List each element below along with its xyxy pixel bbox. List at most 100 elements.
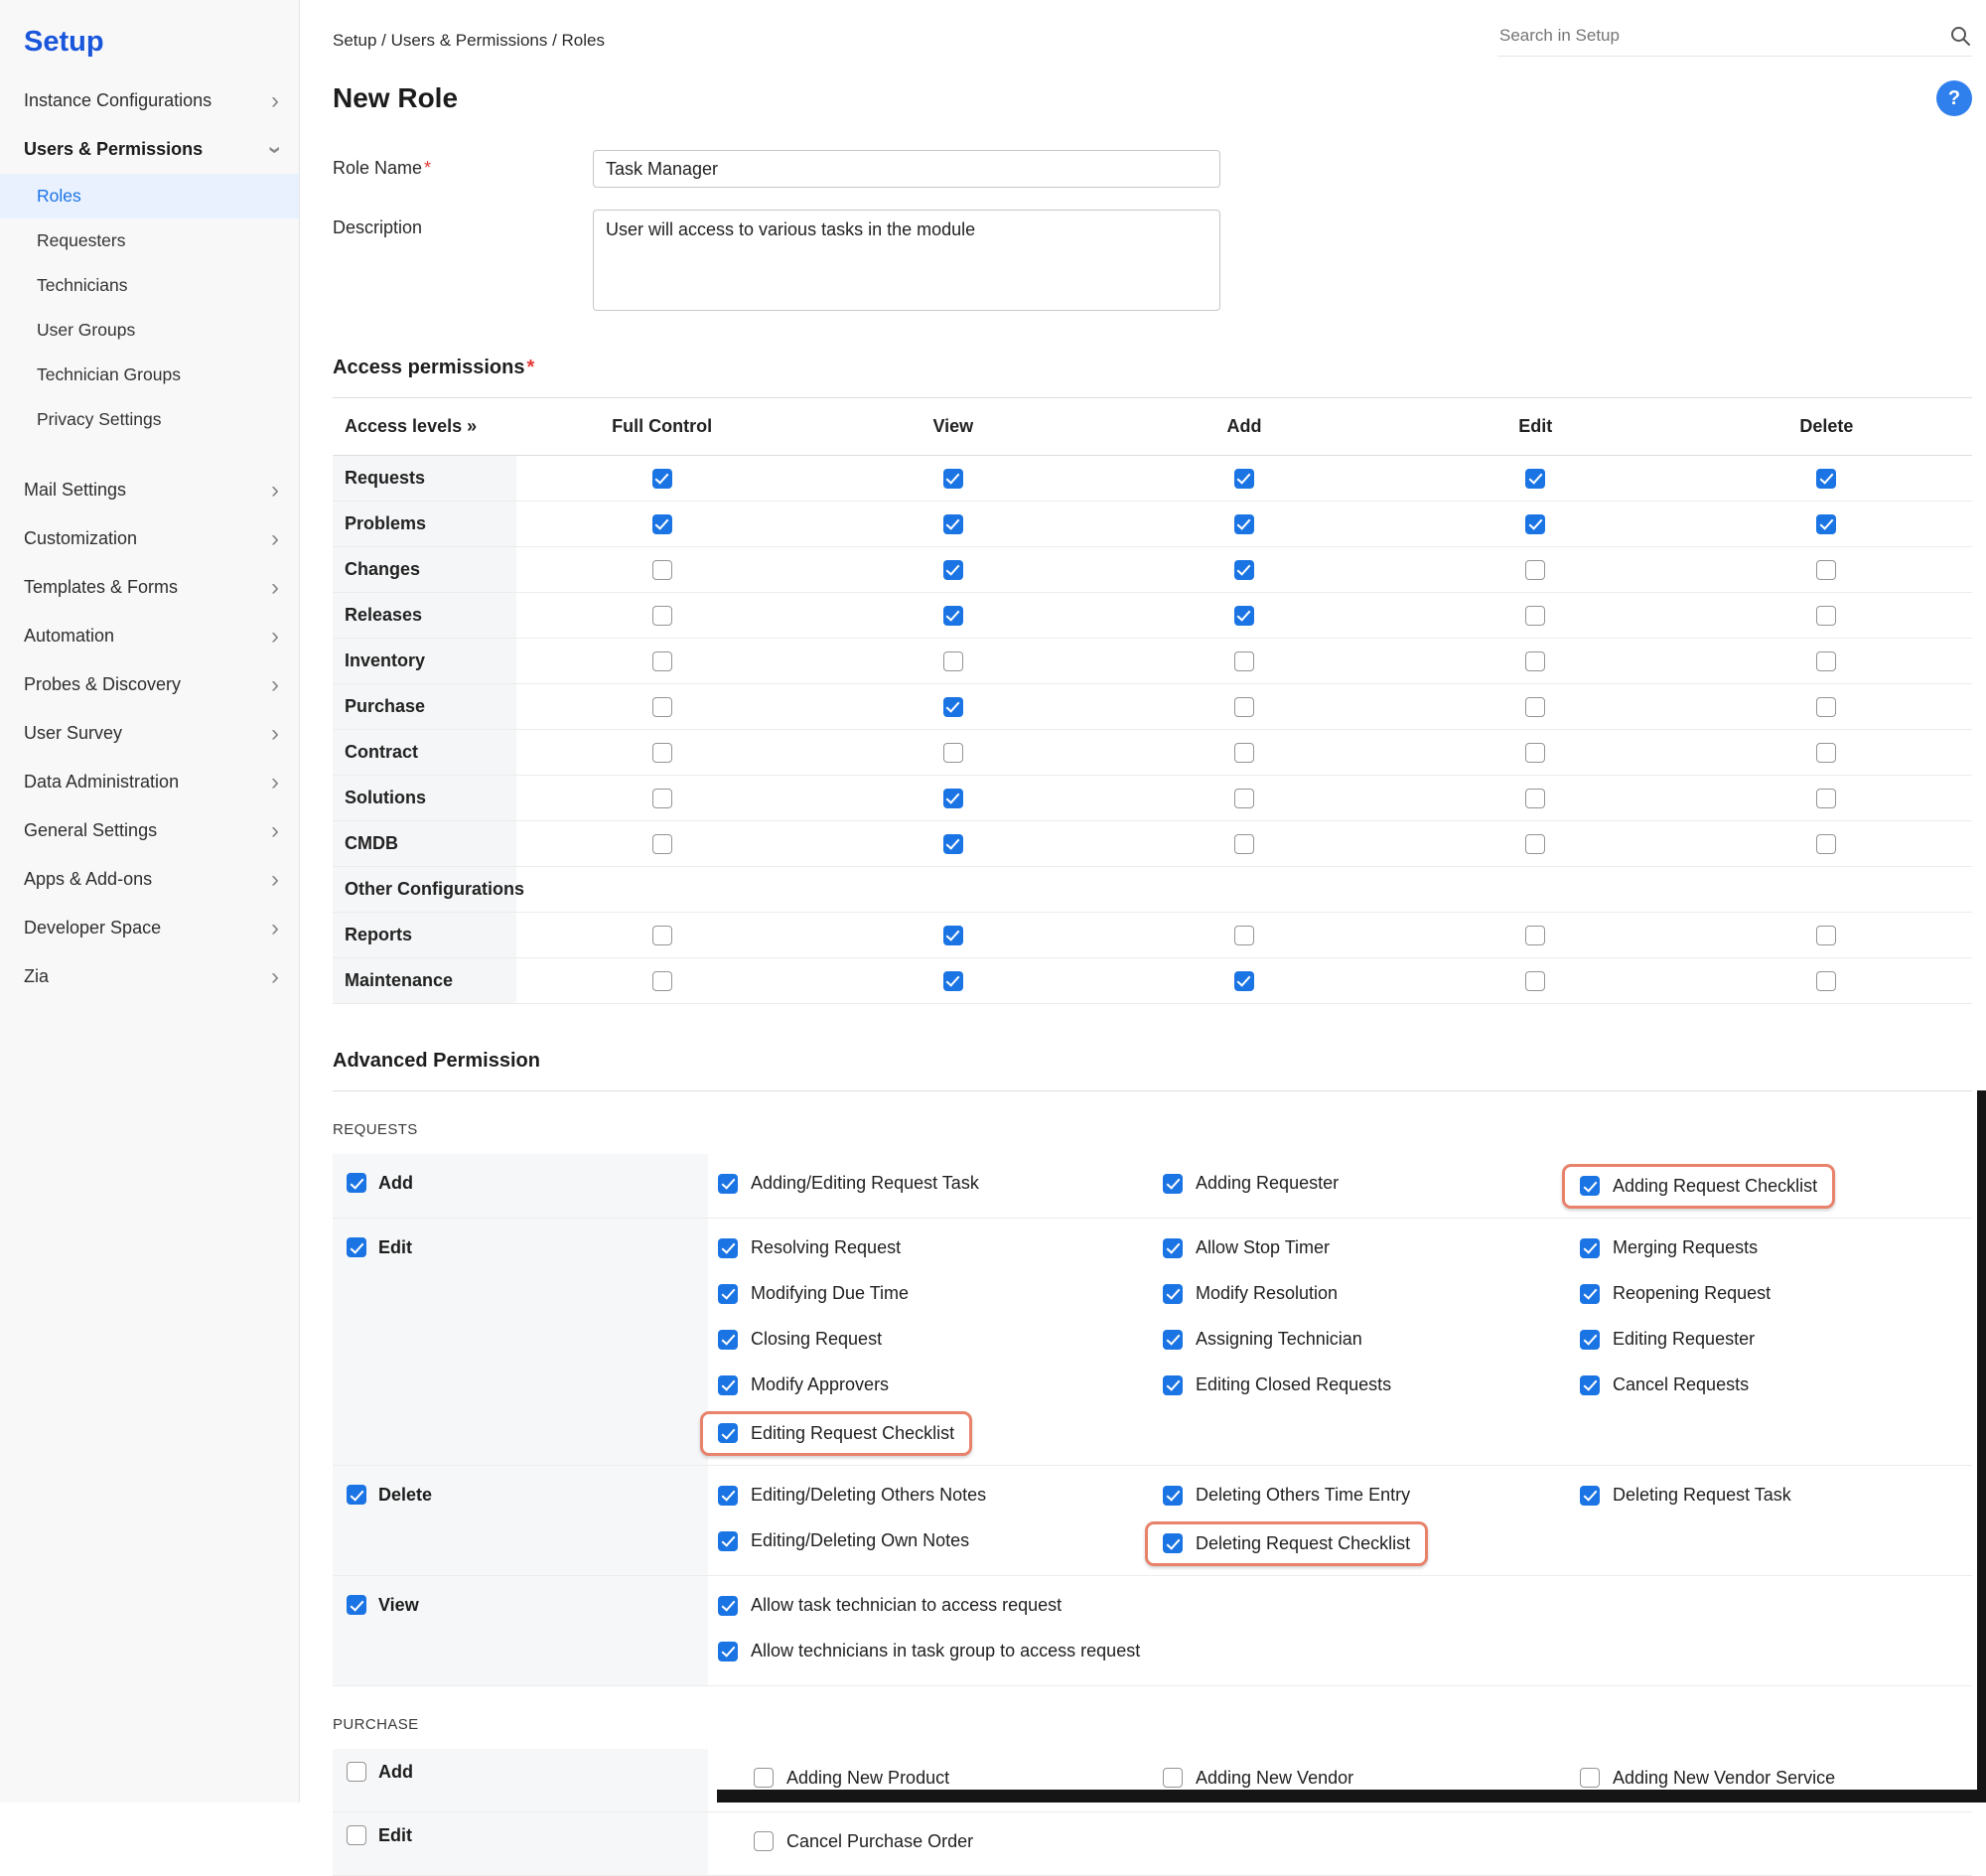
checkbox-modify-resolution[interactable]	[1163, 1284, 1183, 1304]
checkbox-adding-new-product[interactable]	[754, 1768, 774, 1788]
checkbox-contract-delete[interactable]	[1816, 743, 1836, 763]
sidebar-item-probes-discovery[interactable]: Probes & Discovery›	[0, 660, 299, 709]
checkbox-releases-edit[interactable]	[1525, 606, 1545, 626]
checkbox-maintenance-add[interactable]	[1234, 971, 1254, 991]
checkbox-inventory-full-control[interactable]	[652, 651, 672, 671]
checkbox-maintenance-delete[interactable]	[1816, 971, 1836, 991]
checkbox-allow-technicians-in-task-group-to-access-request[interactable]	[718, 1642, 738, 1661]
checkbox-deleting-request-task[interactable]	[1580, 1486, 1600, 1506]
checkbox-cmdb-view[interactable]	[943, 834, 963, 854]
checkbox-group-delete[interactable]	[347, 1485, 366, 1505]
search-icon[interactable]	[1948, 24, 1972, 48]
checkbox-adding-request-checklist[interactable]	[1580, 1176, 1600, 1196]
checkbox-resolving-request[interactable]	[718, 1238, 738, 1258]
checkbox-changes-view[interactable]	[943, 560, 963, 580]
sidebar-subitem-roles[interactable]: Roles	[0, 174, 299, 218]
checkbox-contract-full-control[interactable]	[652, 743, 672, 763]
checkbox-contract-view[interactable]	[943, 743, 963, 763]
checkbox-problems-add[interactable]	[1234, 514, 1254, 534]
checkbox-group-add[interactable]	[347, 1762, 366, 1782]
checkbox-reports-add[interactable]	[1234, 926, 1254, 945]
checkbox-solutions-add[interactable]	[1234, 789, 1254, 808]
checkbox-maintenance-view[interactable]	[943, 971, 963, 991]
help-icon[interactable]: ?	[1936, 80, 1972, 116]
checkbox-merging-requests[interactable]	[1580, 1238, 1600, 1258]
checkbox-closing-request[interactable]	[718, 1330, 738, 1350]
sidebar-item-templates-forms[interactable]: Templates & Forms›	[0, 563, 299, 612]
checkbox-reports-full-control[interactable]	[652, 926, 672, 945]
checkbox-cmdb-add[interactable]	[1234, 834, 1254, 854]
checkbox-purchase-view[interactable]	[943, 697, 963, 717]
checkbox-contract-add[interactable]	[1234, 743, 1254, 763]
checkbox-solutions-edit[interactable]	[1525, 789, 1545, 808]
sidebar-item-customization[interactable]: Customization›	[0, 514, 299, 563]
sidebar-item-mail-settings[interactable]: Mail Settings›	[0, 466, 299, 514]
checkbox-purchase-add[interactable]	[1234, 697, 1254, 717]
checkbox-changes-edit[interactable]	[1525, 560, 1545, 580]
checkbox-group-edit[interactable]	[347, 1825, 366, 1845]
checkbox-editing-requester[interactable]	[1580, 1330, 1600, 1350]
sidebar-subitem-user-groups[interactable]: User Groups	[0, 308, 299, 353]
checkbox-adding-requester[interactable]	[1163, 1174, 1183, 1194]
sidebar-item-developer-space[interactable]: Developer Space›	[0, 904, 299, 952]
checkbox-cmdb-full-control[interactable]	[652, 834, 672, 854]
checkbox-maintenance-full-control[interactable]	[652, 971, 672, 991]
checkbox-releases-full-control[interactable]	[652, 606, 672, 626]
sidebar-item-instance-configurations[interactable]: Instance Configurations›	[0, 76, 299, 125]
checkbox-allow-stop-timer[interactable]	[1163, 1238, 1183, 1258]
checkbox-editing-deleting-others-notes[interactable]	[718, 1486, 738, 1506]
sidebar-item-apps-add-ons[interactable]: Apps & Add-ons›	[0, 855, 299, 904]
checkbox-group-add[interactable]	[347, 1173, 366, 1193]
checkbox-purchase-delete[interactable]	[1816, 697, 1836, 717]
checkbox-inventory-add[interactable]	[1234, 651, 1254, 671]
checkbox-problems-full-control[interactable]	[652, 514, 672, 534]
checkbox-requests-edit[interactable]	[1525, 469, 1545, 489]
checkbox-adding-new-vendor[interactable]	[1163, 1768, 1183, 1788]
checkbox-changes-delete[interactable]	[1816, 560, 1836, 580]
sidebar-item-user-survey[interactable]: User Survey›	[0, 709, 299, 758]
checkbox-requests-full-control[interactable]	[652, 469, 672, 489]
checkbox-reopening-request[interactable]	[1580, 1284, 1600, 1304]
checkbox-problems-delete[interactable]	[1816, 514, 1836, 534]
role-name-input[interactable]	[593, 150, 1220, 188]
checkbox-adding-new-vendor-service[interactable]	[1580, 1768, 1600, 1788]
checkbox-group-edit[interactable]	[347, 1237, 366, 1257]
search-input[interactable]	[1497, 25, 1915, 47]
sidebar-item-users-permissions[interactable]: Users & Permissions›	[0, 125, 299, 174]
sidebar-item-data-administration[interactable]: Data Administration›	[0, 758, 299, 806]
sidebar-subitem-requesters[interactable]: Requesters	[0, 218, 299, 263]
checkbox-maintenance-edit[interactable]	[1525, 971, 1545, 991]
checkbox-purchase-edit[interactable]	[1525, 697, 1545, 717]
checkbox-modifying-due-time[interactable]	[718, 1284, 738, 1304]
checkbox-inventory-view[interactable]	[943, 651, 963, 671]
checkbox-reports-edit[interactable]	[1525, 926, 1545, 945]
checkbox-reports-delete[interactable]	[1816, 926, 1836, 945]
checkbox-group-view[interactable]	[347, 1595, 366, 1615]
sidebar-item-automation[interactable]: Automation›	[0, 612, 299, 660]
checkbox-solutions-full-control[interactable]	[652, 789, 672, 808]
checkbox-releases-delete[interactable]	[1816, 606, 1836, 626]
checkbox-cmdb-edit[interactable]	[1525, 834, 1545, 854]
checkbox-releases-add[interactable]	[1234, 606, 1254, 626]
sidebar-item-general-settings[interactable]: General Settings›	[0, 806, 299, 855]
checkbox-inventory-delete[interactable]	[1816, 651, 1836, 671]
checkbox-releases-view[interactable]	[943, 606, 963, 626]
checkbox-inventory-edit[interactable]	[1525, 651, 1545, 671]
horizontal-scrollbar[interactable]	[717, 1790, 1977, 1803]
checkbox-problems-edit[interactable]	[1525, 514, 1545, 534]
checkbox-changes-full-control[interactable]	[652, 560, 672, 580]
checkbox-requests-add[interactable]	[1234, 469, 1254, 489]
checkbox-solutions-view[interactable]	[943, 789, 963, 808]
checkbox-deleting-others-time-entry[interactable]	[1163, 1486, 1183, 1506]
checkbox-contract-edit[interactable]	[1525, 743, 1545, 763]
checkbox-requests-view[interactable]	[943, 469, 963, 489]
checkbox-cmdb-delete[interactable]	[1816, 834, 1836, 854]
checkbox-allow-task-technician-to-access-request[interactable]	[718, 1596, 738, 1616]
checkbox-changes-add[interactable]	[1234, 560, 1254, 580]
sidebar-subitem-technicians[interactable]: Technicians	[0, 263, 299, 308]
checkbox-cancel-purchase-order[interactable]	[754, 1831, 774, 1851]
vertical-scrollbar[interactable]	[1977, 1090, 1986, 1803]
checkbox-editing-deleting-own-notes[interactable]	[718, 1531, 738, 1551]
checkbox-requests-delete[interactable]	[1816, 469, 1836, 489]
checkbox-purchase-full-control[interactable]	[652, 697, 672, 717]
